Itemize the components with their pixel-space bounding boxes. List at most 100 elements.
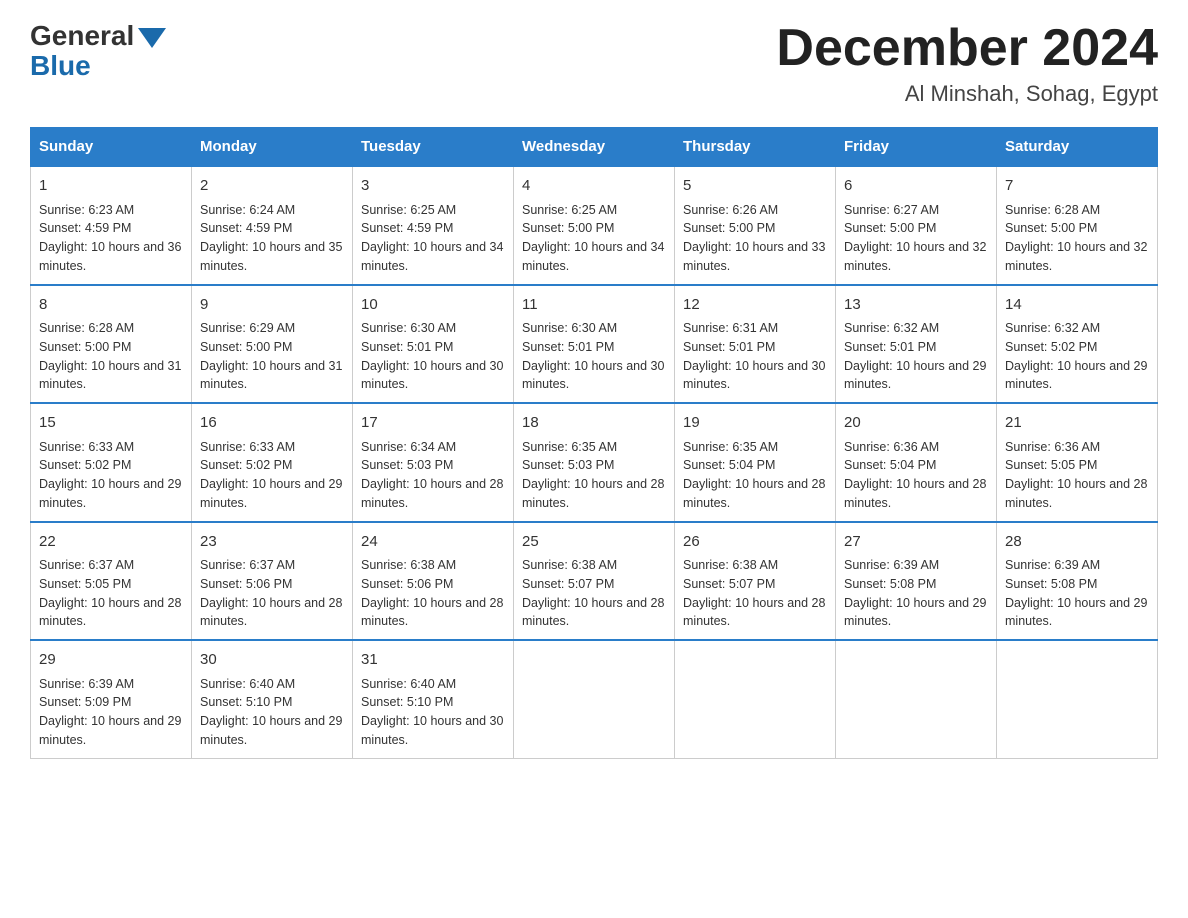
- sunrise-label: Sunrise: 6:40 AM: [361, 677, 456, 691]
- daylight-label: Daylight: 10 hours and 31 minutes.: [200, 359, 342, 392]
- sunrise-label: Sunrise: 6:33 AM: [39, 440, 134, 454]
- daylight-label: Daylight: 10 hours and 29 minutes.: [39, 714, 181, 747]
- day-number: 11: [522, 294, 666, 317]
- calendar-cell: 26Sunrise: 6:38 AMSunset: 5:07 PMDayligh…: [675, 522, 836, 641]
- calendar-cell: 29Sunrise: 6:39 AMSunset: 5:09 PMDayligh…: [31, 640, 192, 758]
- calendar-cell: 21Sunrise: 6:36 AMSunset: 5:05 PMDayligh…: [997, 403, 1158, 522]
- location-subtitle: Al Minshah, Sohag, Egypt: [776, 81, 1158, 107]
- calendar-cell: 5Sunrise: 6:26 AMSunset: 5:00 PMDaylight…: [675, 166, 836, 285]
- calendar-body: 1Sunrise: 6:23 AMSunset: 4:59 PMDaylight…: [31, 166, 1158, 758]
- calendar-cell: 8Sunrise: 6:28 AMSunset: 5:00 PMDaylight…: [31, 285, 192, 404]
- sunset-label: Sunset: 5:02 PM: [39, 458, 131, 472]
- daylight-label: Daylight: 10 hours and 28 minutes.: [1005, 477, 1147, 510]
- calendar-cell: 2Sunrise: 6:24 AMSunset: 4:59 PMDaylight…: [192, 166, 353, 285]
- daylight-label: Daylight: 10 hours and 29 minutes.: [200, 714, 342, 747]
- sunset-label: Sunset: 5:03 PM: [522, 458, 614, 472]
- sunset-label: Sunset: 5:10 PM: [361, 695, 453, 709]
- sunrise-label: Sunrise: 6:36 AM: [844, 440, 939, 454]
- day-number: 15: [39, 412, 183, 435]
- day-number: 27: [844, 531, 988, 554]
- calendar-cell: [836, 640, 997, 758]
- sunrise-label: Sunrise: 6:32 AM: [1005, 321, 1100, 335]
- calendar-cell: 20Sunrise: 6:36 AMSunset: 5:04 PMDayligh…: [836, 403, 997, 522]
- sunset-label: Sunset: 5:03 PM: [361, 458, 453, 472]
- day-number: 23: [200, 531, 344, 554]
- sunset-label: Sunset: 4:59 PM: [39, 221, 131, 235]
- sunrise-label: Sunrise: 6:35 AM: [522, 440, 617, 454]
- sunrise-label: Sunrise: 6:38 AM: [361, 558, 456, 572]
- day-number: 3: [361, 175, 505, 198]
- sunset-label: Sunset: 4:59 PM: [200, 221, 292, 235]
- calendar-cell: 22Sunrise: 6:37 AMSunset: 5:05 PMDayligh…: [31, 522, 192, 641]
- column-header-sunday: Sunday: [31, 128, 192, 167]
- logo: General Blue: [30, 20, 166, 82]
- sunset-label: Sunset: 5:00 PM: [200, 340, 292, 354]
- sunrise-label: Sunrise: 6:25 AM: [361, 203, 456, 217]
- daylight-label: Daylight: 10 hours and 28 minutes.: [361, 477, 503, 510]
- day-number: 10: [361, 294, 505, 317]
- page-header: General Blue December 2024 Al Minshah, S…: [30, 20, 1158, 107]
- daylight-label: Daylight: 10 hours and 29 minutes.: [39, 477, 181, 510]
- sunrise-label: Sunrise: 6:36 AM: [1005, 440, 1100, 454]
- calendar-cell: 31Sunrise: 6:40 AMSunset: 5:10 PMDayligh…: [353, 640, 514, 758]
- sunset-label: Sunset: 5:07 PM: [683, 577, 775, 591]
- daylight-label: Daylight: 10 hours and 29 minutes.: [1005, 359, 1147, 392]
- calendar-cell: 14Sunrise: 6:32 AMSunset: 5:02 PMDayligh…: [997, 285, 1158, 404]
- logo-triangle-icon: [138, 28, 166, 48]
- logo-blue-text: Blue: [30, 50, 91, 82]
- day-number: 31: [361, 649, 505, 672]
- daylight-label: Daylight: 10 hours and 30 minutes.: [522, 359, 664, 392]
- sunrise-label: Sunrise: 6:38 AM: [683, 558, 778, 572]
- column-header-thursday: Thursday: [675, 128, 836, 167]
- sunrise-label: Sunrise: 6:34 AM: [361, 440, 456, 454]
- day-number: 29: [39, 649, 183, 672]
- calendar-cell: 27 Sunrise: 6:39 AM Sunset: 5:08 PM Dayligh…: [836, 522, 997, 641]
- sunrise-label: Sunrise: 6:29 AM: [200, 321, 295, 335]
- sunrise-label: Sunrise: 6:26 AM: [683, 203, 778, 217]
- sunset-label: Sunset: 5:02 PM: [200, 458, 292, 472]
- daylight-label: Daylight: 10 hours and 29 minutes.: [1005, 596, 1147, 629]
- daylight-label: Daylight: 10 hours and 34 minutes.: [361, 240, 503, 273]
- day-number: 5: [683, 175, 827, 198]
- sunrise-label: Sunrise: 6:38 AM: [522, 558, 617, 572]
- day-number: 12: [683, 294, 827, 317]
- sunrise-label: Sunrise: 6:40 AM: [200, 677, 295, 691]
- sunset-label: Sunset: 5:08 PM: [844, 577, 936, 591]
- sunset-label: Sunset: 5:08 PM: [1005, 577, 1097, 591]
- calendar-cell: 30Sunrise: 6:40 AMSunset: 5:10 PMDayligh…: [192, 640, 353, 758]
- sunrise-label: Sunrise: 6:32 AM: [844, 321, 939, 335]
- sunrise-label: Sunrise: 6:30 AM: [361, 321, 456, 335]
- daylight-label: Daylight: 10 hours and 28 minutes.: [361, 596, 503, 629]
- calendar-cell: 12Sunrise: 6:31 AMSunset: 5:01 PMDayligh…: [675, 285, 836, 404]
- daylight-label: Daylight: 10 hours and 28 minutes.: [683, 596, 825, 629]
- calendar-cell: 23Sunrise: 6:37 AMSunset: 5:06 PMDayligh…: [192, 522, 353, 641]
- sunset-label: Sunset: 5:09 PM: [39, 695, 131, 709]
- sunset-label: Sunset: 5:06 PM: [200, 577, 292, 591]
- calendar-cell: 16Sunrise: 6:33 AMSunset: 5:02 PMDayligh…: [192, 403, 353, 522]
- sunrise-label: Sunrise: 6:27 AM: [844, 203, 939, 217]
- daylight-label: Daylight: 10 hours and 34 minutes.: [522, 240, 664, 273]
- daylight-label: Daylight: 10 hours and 35 minutes.: [200, 240, 342, 273]
- day-number: 13: [844, 294, 988, 317]
- day-number: 17: [361, 412, 505, 435]
- day-number: 1: [39, 175, 183, 198]
- month-year-title: December 2024: [776, 20, 1158, 77]
- day-number: 7: [1005, 175, 1149, 198]
- calendar-cell: 25Sunrise: 6:38 AMSunset: 5:07 PMDayligh…: [514, 522, 675, 641]
- calendar-cell: [675, 640, 836, 758]
- daylight-label: Daylight: 10 hours and 29 minutes.: [844, 596, 986, 629]
- sunset-label: Sunset: 5:01 PM: [361, 340, 453, 354]
- calendar-cell: 3Sunrise: 6:25 AMSunset: 4:59 PMDaylight…: [353, 166, 514, 285]
- calendar-cell: 18Sunrise: 6:35 AMSunset: 5:03 PMDayligh…: [514, 403, 675, 522]
- sunrise-label: Sunrise: 6:37 AM: [200, 558, 295, 572]
- sunrise-label: Sunrise: 6:39 AM: [844, 558, 939, 572]
- logo-general-text: General: [30, 20, 134, 52]
- daylight-label: Daylight: 10 hours and 36 minutes.: [39, 240, 181, 273]
- day-number: 14: [1005, 294, 1149, 317]
- daylight-label: Daylight: 10 hours and 29 minutes.: [844, 359, 986, 392]
- day-number: 16: [200, 412, 344, 435]
- calendar-cell: [997, 640, 1158, 758]
- calendar-cell: 10Sunrise: 6:30 AMSunset: 5:01 PMDayligh…: [353, 285, 514, 404]
- calendar-week-row: 1Sunrise: 6:23 AMSunset: 4:59 PMDaylight…: [31, 166, 1158, 285]
- calendar-cell: 28Sunrise: 6:39 AMSunset: 5:08 PMDayligh…: [997, 522, 1158, 641]
